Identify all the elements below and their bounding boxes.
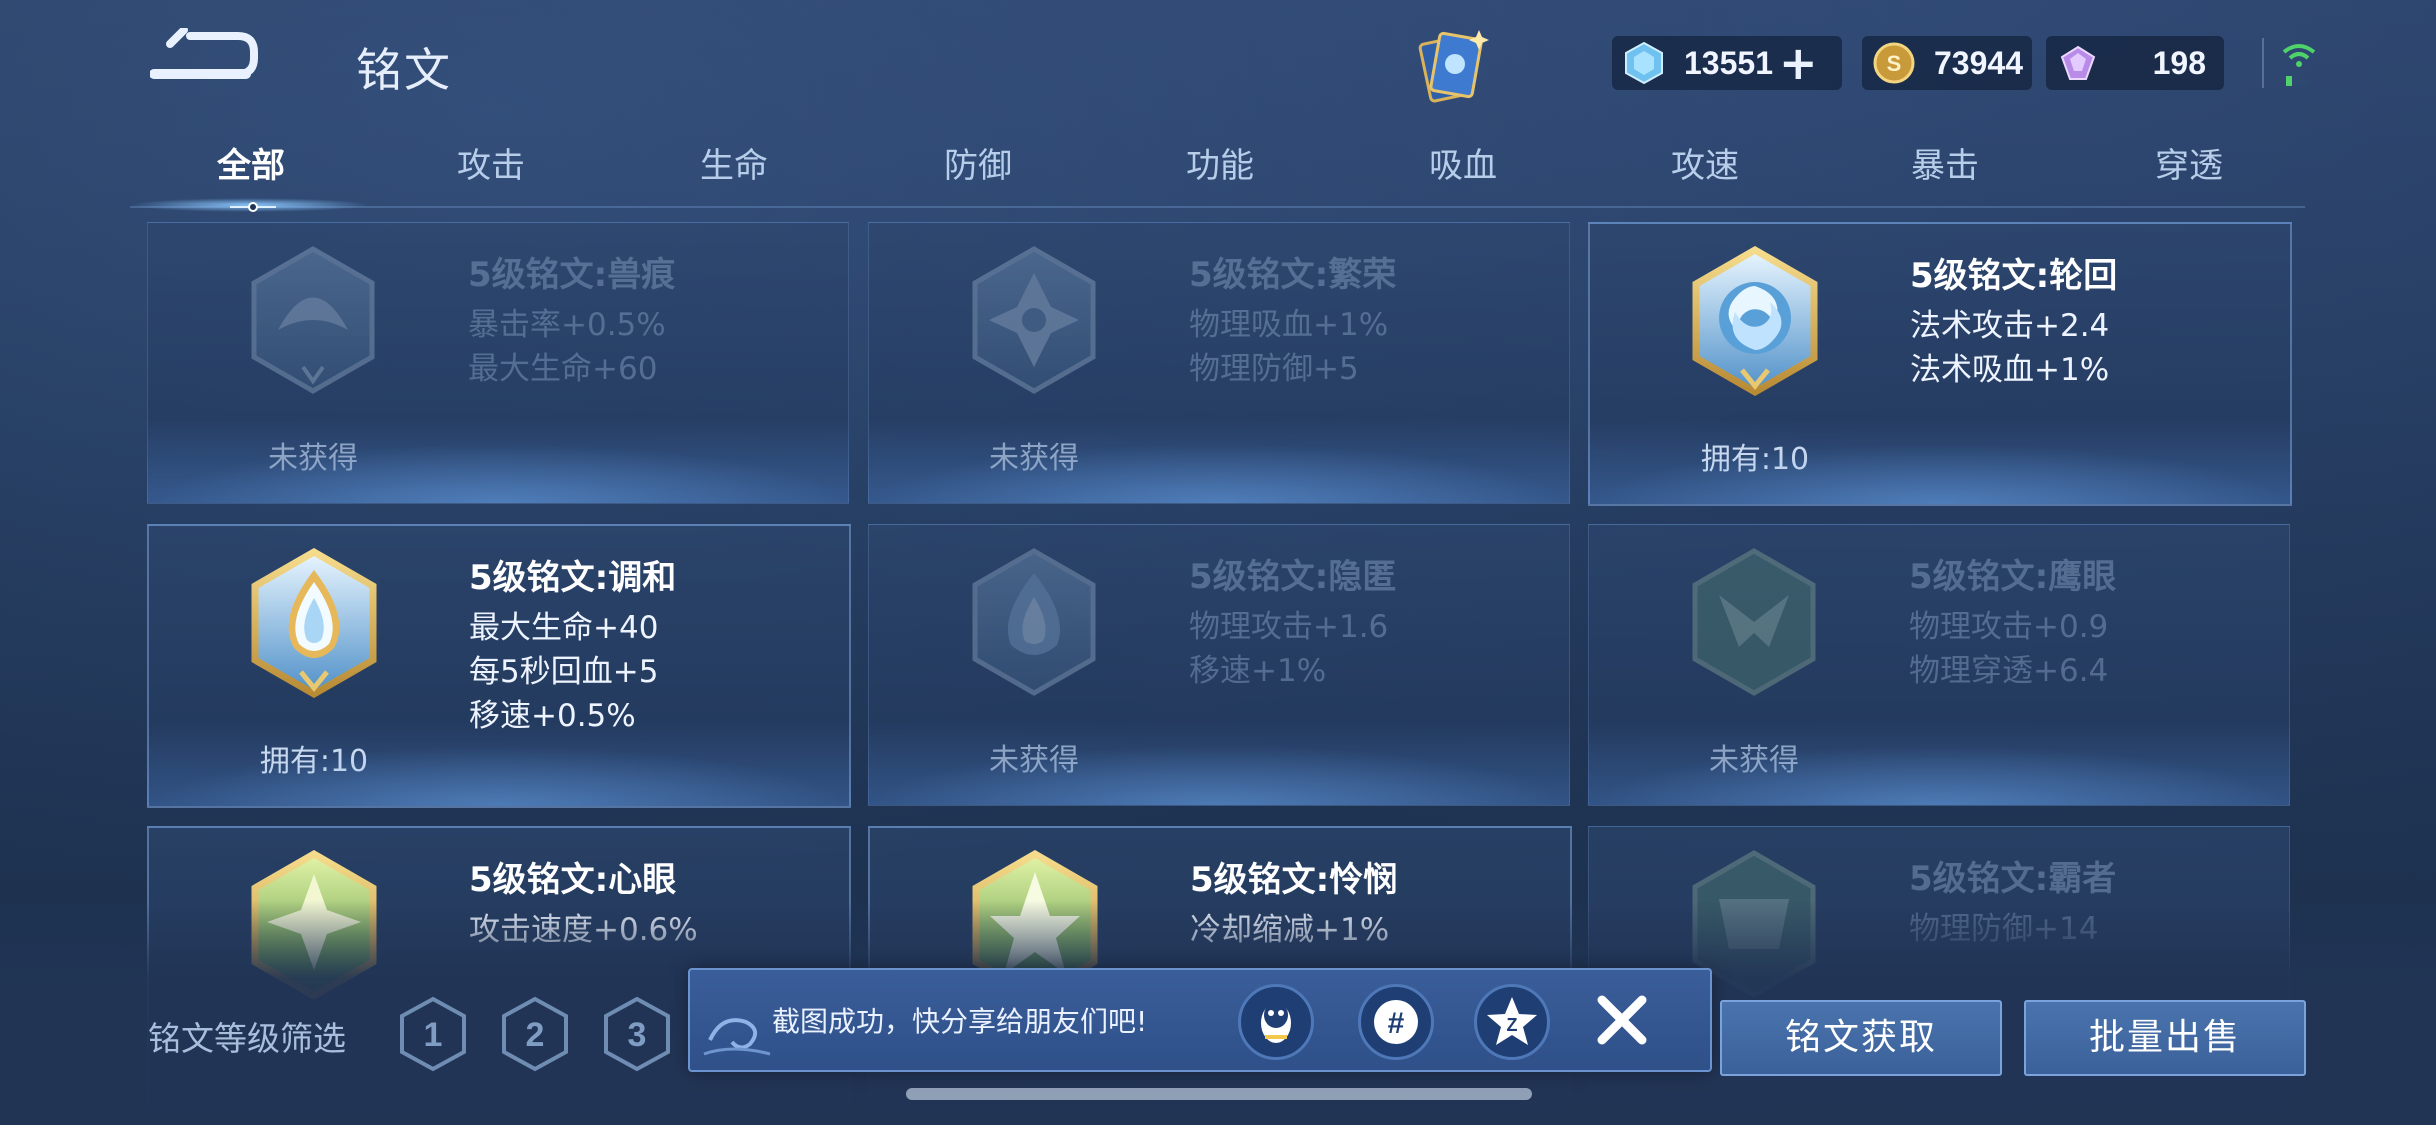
- qq-penguin-icon: [1261, 1002, 1291, 1043]
- rune-card-concealment[interactable]: 5级铭文:隐匿 物理攻击+1.6 移速+1% 未获得: [868, 524, 1570, 806]
- share-wechat-moments-button[interactable]: #: [1358, 984, 1434, 1060]
- rune-card-beast-mark[interactable]: 5级铭文:兽痕 暴击率+0.5% 最大生命+60 未获得: [147, 222, 849, 504]
- gold-coin-icon: S: [1873, 42, 1915, 84]
- level-filter-2-button[interactable]: 2: [500, 996, 570, 1072]
- rune-stat: 物理攻击+0.9: [1909, 609, 2109, 645]
- rune-stat: 移速+1%: [1189, 653, 1327, 689]
- rune-stat: 冷却缩减+1%: [1190, 912, 1390, 948]
- add-diamond-button[interactable]: +: [1779, 40, 1818, 86]
- card-glow: [869, 443, 1569, 503]
- tab-all[interactable]: 全部: [217, 138, 285, 187]
- purple-gem-icon: [2060, 45, 2096, 80]
- rune-card-reincarnation[interactable]: 5级铭文:轮回 法术攻击+2.4 法术吸血+1% 拥有:10: [1588, 222, 2292, 506]
- harmony-rune-icon: [251, 548, 377, 698]
- card-glow: [149, 746, 849, 806]
- eagle-eye-rune-icon: [1692, 548, 1816, 696]
- card-glow: [1590, 444, 2290, 504]
- diamond-currency: 13551 +: [1612, 36, 1842, 90]
- mind-eye-rune-icon: [251, 850, 377, 1000]
- rune-name: 5级铭文:兽痕: [468, 255, 676, 295]
- rune-stat: 物理吸血+1%: [1189, 307, 1389, 343]
- rune-name: 5级铭文:心眼: [469, 860, 677, 900]
- gold-currency: S 73944: [1862, 36, 2032, 90]
- concealment-rune-icon: [972, 548, 1096, 696]
- beast-mark-rune-icon: [251, 246, 375, 394]
- svg-text:S: S: [1887, 51, 1902, 76]
- svg-text:#: #: [1388, 1007, 1405, 1040]
- gold-amount: 73944: [1934, 44, 2023, 81]
- level-label: 2: [526, 1016, 545, 1054]
- back-arrow-icon: [149, 26, 258, 79]
- hashtag-icon: #: [1374, 1000, 1418, 1044]
- reincarnation-rune-icon: [1692, 246, 1818, 396]
- rune-stat: 法术吸血+1%: [1910, 352, 2110, 388]
- rune-stat: 攻击速度+0.6%: [469, 912, 698, 948]
- header-divider: [2262, 38, 2264, 88]
- rune-stat: 物理防御+14: [1909, 911, 2099, 947]
- diamond-icon: [1625, 41, 1663, 85]
- rune-stat: 最大生命+40: [469, 610, 659, 646]
- tab-health[interactable]: 生命: [700, 138, 768, 187]
- rune-name: 5级铭文:鹰眼: [1909, 557, 2117, 597]
- rune-card-prosperity[interactable]: 5级铭文:繁荣 物理吸血+1% 物理防御+5 未获得: [868, 222, 1570, 504]
- category-tabs: 全部 攻击 生命 防御 功能 吸血 攻速 暴击 穿透: [130, 132, 2305, 212]
- level-filter-label: 铭文等级筛选: [148, 1019, 346, 1058]
- get-rune-button[interactable]: 铭文获取: [1720, 1000, 2002, 1076]
- svg-text:Z: Z: [1507, 1015, 1518, 1035]
- rune-name: 5级铭文:怜悯: [1190, 860, 1398, 900]
- tab-critical[interactable]: 暴击: [1911, 138, 1979, 187]
- rune-card-harmony[interactable]: 5级铭文:调和 最大生命+40 每5秒回血+5 移速+0.5% 拥有:10: [147, 524, 851, 808]
- rune-stat: 每5秒回血+5: [469, 654, 659, 690]
- prosperity-rune-icon: [972, 246, 1096, 394]
- level-filter-1-button[interactable]: 1: [398, 996, 468, 1072]
- card-glow: [1589, 745, 2289, 805]
- share-qq-button[interactable]: [1238, 984, 1314, 1060]
- diamond-amount: 13551: [1684, 44, 1773, 81]
- gem-currency: 198: [2046, 36, 2224, 90]
- gem-amount: 198: [2152, 44, 2206, 81]
- close-icon[interactable]: [1594, 992, 1650, 1048]
- rune-name: 5级铭文:调和: [469, 558, 677, 598]
- rune-stat: 物理穿透+6.4: [1909, 653, 2109, 689]
- level-filter-3-button[interactable]: 3: [602, 996, 672, 1072]
- wifi-signal-icon: [2280, 36, 2318, 88]
- tab-penetration[interactable]: 穿透: [2155, 138, 2223, 187]
- tab-attack-speed[interactable]: 攻速: [1671, 138, 1739, 187]
- rune-stat: 物理防御+5: [1189, 351, 1359, 387]
- tab-defense[interactable]: 防御: [944, 138, 1012, 187]
- page-title: 铭文: [356, 43, 452, 97]
- rune-stat: 移速+0.5%: [469, 698, 636, 734]
- card-deck-icon[interactable]: [1405, 22, 1495, 112]
- tab-function[interactable]: 功能: [1186, 138, 1254, 187]
- card-glow: [148, 443, 848, 503]
- qzone-star-icon: Z: [1487, 997, 1537, 1045]
- tab-attack[interactable]: 攻击: [457, 138, 525, 187]
- rune-card-eagle-eye[interactable]: 5级铭文:鹰眼 物理攻击+0.9 物理穿透+6.4 未获得: [1588, 524, 2290, 806]
- level-label: 3: [628, 1016, 647, 1054]
- rune-stat: 法术攻击+2.4: [1910, 308, 2110, 344]
- card-glow: [869, 745, 1569, 805]
- rune-name: 5级铭文:轮回: [1910, 256, 2118, 296]
- bulk-sell-button[interactable]: 批量出售: [2024, 1000, 2306, 1076]
- tab-lifesteal[interactable]: 吸血: [1429, 138, 1497, 187]
- rune-name: 5级铭文:隐匿: [1189, 557, 1397, 597]
- swirl-decoration-icon: [703, 1018, 771, 1056]
- level-label: 1: [424, 1016, 443, 1054]
- rune-stat: 暴击率+0.5%: [468, 307, 666, 343]
- rune-name: 5级铭文:霸者: [1909, 859, 2117, 899]
- tab-active-indicator-icon: [230, 202, 276, 212]
- toast-message: 截图成功，快分享给朋友们吧!: [772, 1005, 1148, 1038]
- home-indicator[interactable]: [906, 1088, 1532, 1100]
- share-toast: 截图成功，快分享给朋友们吧! # Z: [688, 968, 1712, 1072]
- share-qzone-button[interactable]: Z: [1474, 984, 1550, 1060]
- rune-name: 5级铭文:繁荣: [1189, 255, 1397, 295]
- rune-stat: 最大生命+60: [468, 351, 658, 387]
- back-button[interactable]: [149, 26, 260, 88]
- rune-stat: 物理攻击+1.6: [1189, 609, 1389, 645]
